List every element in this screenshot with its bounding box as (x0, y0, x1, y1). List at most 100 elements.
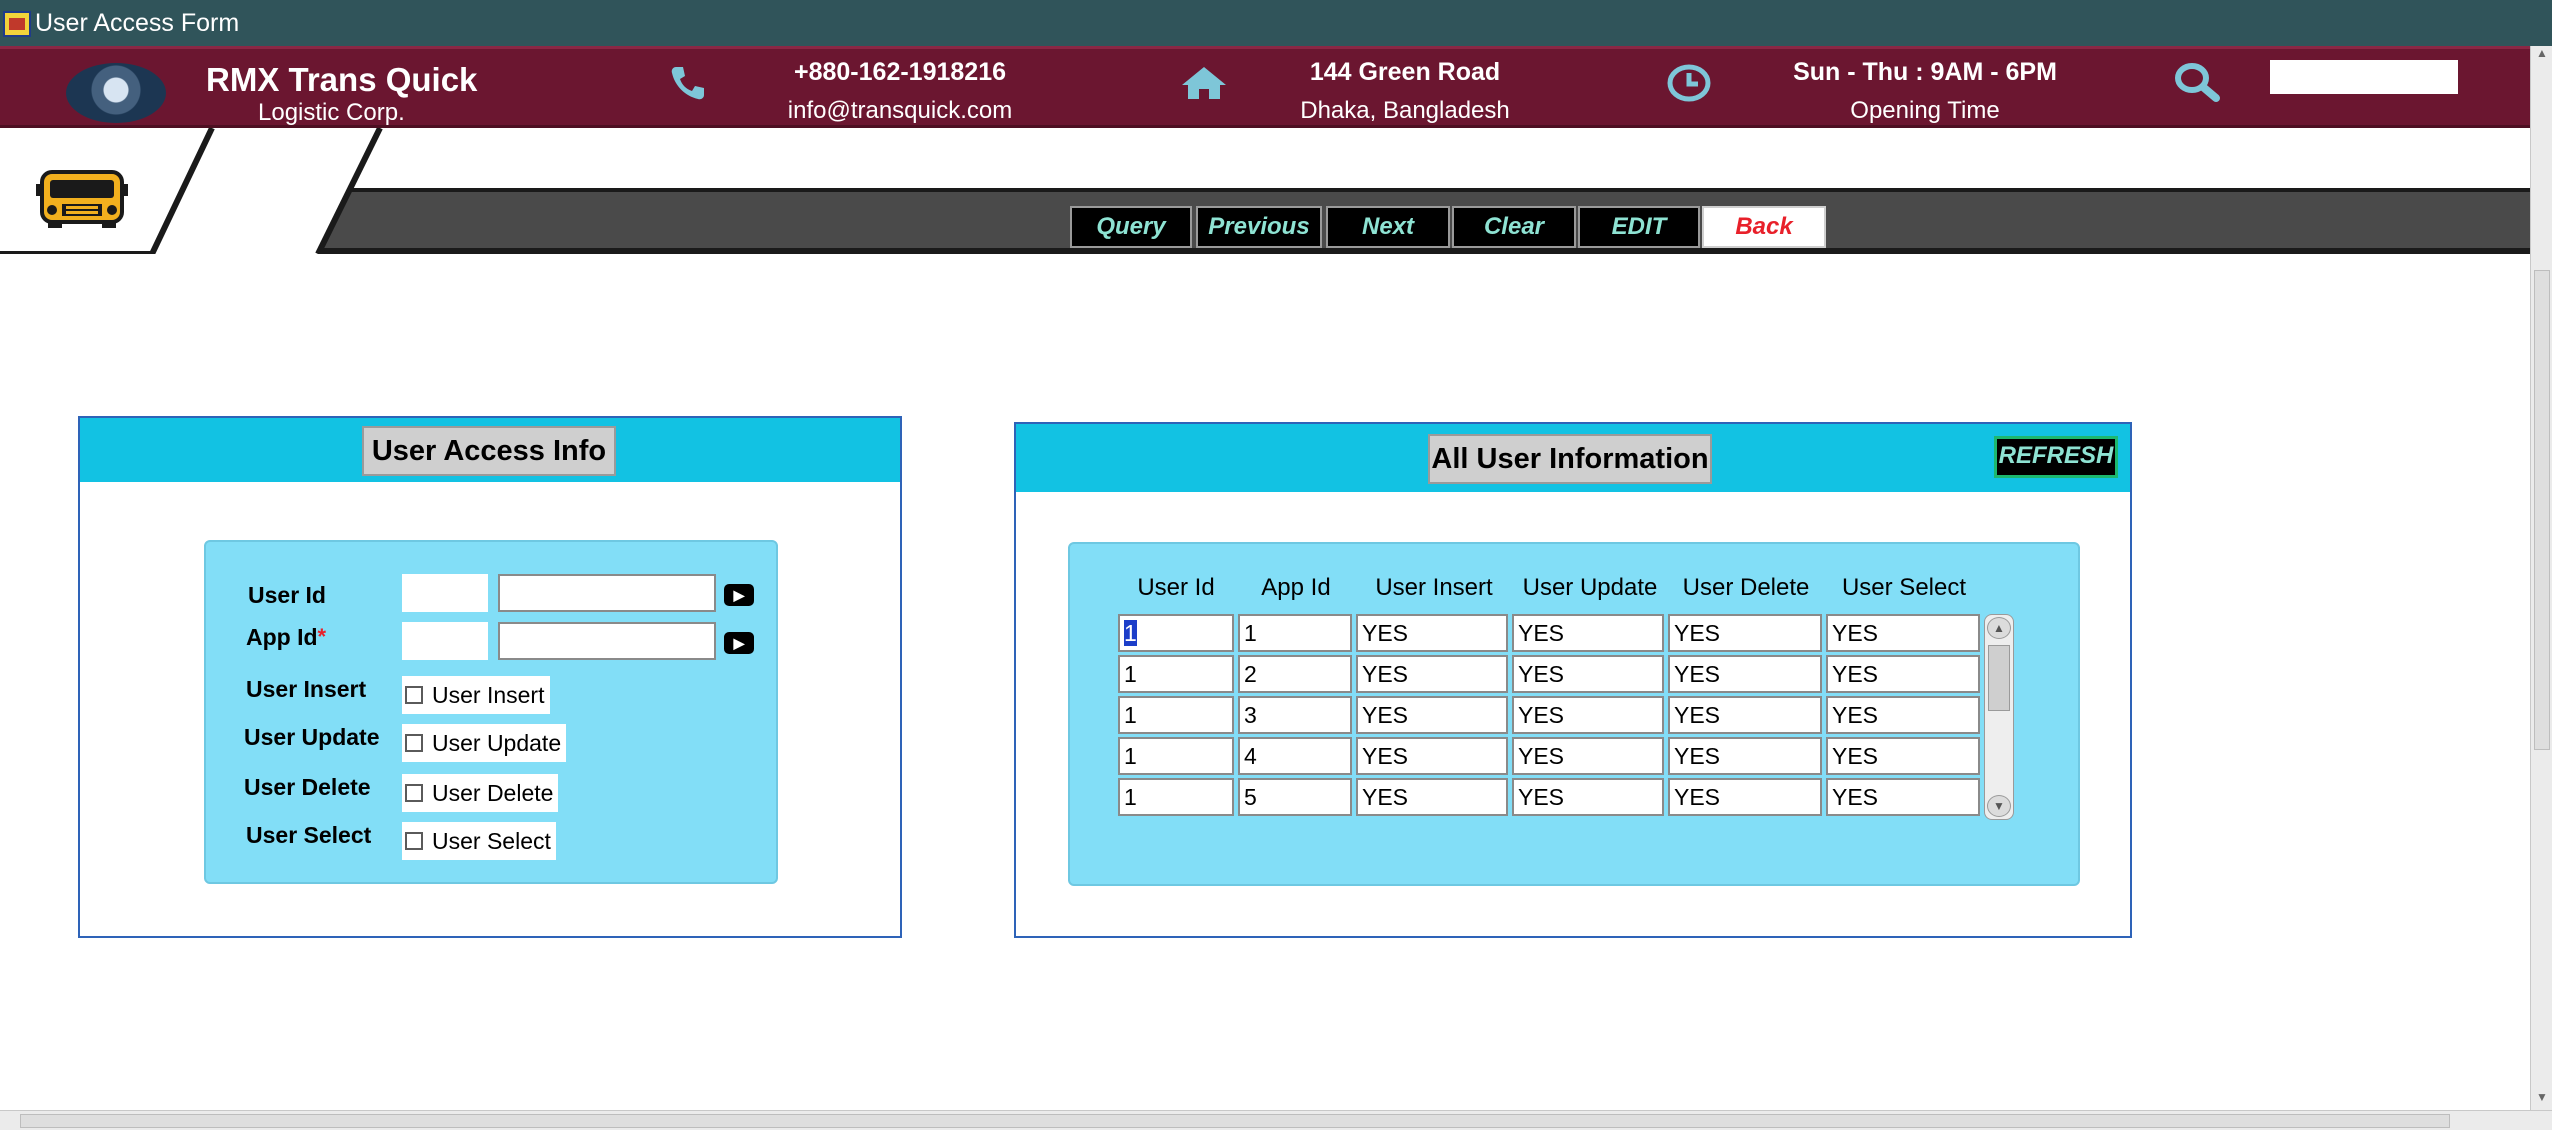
cell-value: YES (1674, 702, 1721, 728)
window-horizontal-scrollbar[interactable] (0, 1110, 2552, 1130)
next-button[interactable]: Next (1326, 206, 1450, 248)
cell-value: 3 (1244, 702, 1257, 728)
cell-user-id[interactable]: 1 (1118, 737, 1234, 775)
cell-value: YES (1832, 702, 1879, 728)
scroll-down-icon[interactable]: ▼ (2534, 1090, 2550, 1110)
app-name-display[interactable] (498, 622, 716, 660)
cell-user-select[interactable]: YES (1826, 778, 1980, 816)
company-logo (66, 63, 166, 123)
company-subtitle: Logistic Corp. (258, 99, 405, 126)
cell-value: YES (1362, 702, 1409, 728)
user-select-checkbox-box[interactable] (405, 832, 423, 850)
cell-user-delete[interactable]: YES (1668, 737, 1822, 775)
table-scroll-down-icon[interactable]: ▼ (1987, 795, 2011, 817)
app-id-lov-button[interactable]: ▶ (724, 632, 754, 654)
cell-value: YES (1362, 784, 1409, 810)
toolbar-band: Query Previous Next Clear EDIT Back (0, 128, 2530, 254)
user-name-display[interactable] (498, 574, 716, 612)
cell-user-update[interactable]: YES (1512, 614, 1664, 652)
user-update-checkbox-box[interactable] (405, 734, 423, 752)
user-update-checkbox[interactable]: User Update (402, 724, 566, 762)
user-delete-checkbox[interactable]: User Delete (402, 774, 558, 812)
cell-value: YES (1832, 743, 1879, 769)
table-scroll-thumb[interactable] (1988, 645, 2010, 711)
search-input[interactable] (2270, 60, 2458, 94)
user-update-checkbox-label: User Update (432, 730, 562, 756)
clear-button[interactable]: Clear (1452, 206, 1576, 248)
phone-icon (671, 67, 704, 100)
address-city: Dhaka, Bangladesh (1300, 97, 1510, 124)
phone-number: +880-162-1918216 (794, 58, 1006, 86)
cell-user-id[interactable]: 1 (1118, 696, 1234, 734)
query-button[interactable]: Query (1070, 206, 1192, 248)
cell-value: YES (1674, 743, 1721, 769)
user-delete-checkbox-box[interactable] (405, 784, 423, 802)
user-select-checkbox[interactable]: User Select (402, 822, 556, 860)
user-insert-checkbox-label: User Insert (432, 682, 545, 708)
cell-user-insert[interactable]: YES (1356, 778, 1508, 816)
cell-app-id[interactable]: 5 (1238, 778, 1352, 816)
cell-user-delete[interactable]: YES (1668, 614, 1822, 652)
cell-user-id[interactable]: 1 (1118, 778, 1234, 816)
cell-user-id[interactable]: 1 (1118, 614, 1234, 652)
table-scrollbar[interactable]: ▲ ▼ (1984, 614, 2014, 820)
window-vertical-scrollbar[interactable]: ▲ ▼ (2530, 46, 2552, 1110)
address-street: 144 Green Road (1309, 58, 1501, 86)
app-id-input[interactable] (402, 622, 488, 660)
cell-user-update[interactable]: YES (1512, 696, 1664, 734)
cell-user-delete[interactable]: YES (1668, 778, 1822, 816)
cell-user-insert[interactable]: YES (1356, 737, 1508, 775)
cell-app-id[interactable]: 2 (1238, 655, 1352, 693)
cell-value: YES (1674, 661, 1721, 687)
cell-user-delete[interactable]: YES (1668, 655, 1822, 693)
email-address: info@transquick.com (787, 97, 1013, 124)
col-header-user-id: User Id (1137, 574, 1215, 601)
user-delete-checkbox-label: User Delete (432, 780, 554, 806)
opening-hours: Sun - Thu : 9AM - 6PM (1793, 58, 2057, 86)
search-icon[interactable] (2172, 61, 2222, 103)
cell-user-select[interactable]: YES (1826, 737, 1980, 775)
cell-user-insert[interactable]: YES (1356, 614, 1508, 652)
user-id-lov-button[interactable]: ▶ (724, 584, 754, 606)
cell-value: 2 (1244, 661, 1257, 687)
user-insert-label: User Insert (246, 676, 367, 702)
col-header-app-id: App Id (1261, 574, 1331, 601)
cell-user-select[interactable]: YES (1826, 614, 1980, 652)
cell-user-select[interactable]: YES (1826, 696, 1980, 734)
cell-value: YES (1362, 620, 1409, 646)
app-id-label: App Id* (246, 624, 326, 651)
cell-user-delete[interactable]: YES (1668, 696, 1822, 734)
cell-value: YES (1832, 784, 1879, 810)
user-access-panel-title: User Access Info (362, 426, 616, 476)
bus-icon (36, 170, 128, 228)
scroll-up-icon[interactable]: ▲ (2534, 46, 2550, 66)
user-insert-checkbox-box[interactable] (405, 686, 423, 704)
user-access-panel: User Access Info User Id ▶ App Id* ▶ Use… (78, 416, 902, 938)
cell-user-update[interactable]: YES (1512, 778, 1664, 816)
cell-app-id[interactable]: 3 (1238, 696, 1352, 734)
cell-user-insert[interactable]: YES (1356, 655, 1508, 693)
back-button[interactable]: Back (1702, 206, 1826, 248)
cell-app-id[interactable]: 4 (1238, 737, 1352, 775)
previous-button[interactable]: Previous (1196, 206, 1322, 248)
table-scroll-up-icon[interactable]: ▲ (1987, 617, 2011, 639)
cell-user-update[interactable]: YES (1512, 655, 1664, 693)
cell-app-id[interactable]: 1 (1238, 614, 1352, 652)
cell-value: YES (1674, 784, 1721, 810)
user-insert-checkbox[interactable]: User Insert (402, 676, 550, 714)
cell-user-update[interactable]: YES (1512, 737, 1664, 775)
vertical-scroll-thumb[interactable] (2534, 270, 2550, 750)
cell-user-select[interactable]: YES (1826, 655, 1980, 693)
cell-user-id[interactable]: 1 (1118, 655, 1234, 693)
refresh-button[interactable]: REFRESH (1994, 436, 2118, 478)
col-header-user-update: User Update (1522, 574, 1658, 601)
edit-button[interactable]: EDIT (1578, 206, 1700, 248)
app-id-label-text: App Id (246, 624, 318, 650)
user-access-form: User Id ▶ App Id* ▶ User Insert User Ins… (204, 540, 778, 884)
horizontal-scroll-thumb[interactable] (20, 1114, 2450, 1128)
cell-value: YES (1518, 702, 1565, 728)
cell-user-insert[interactable]: YES (1356, 696, 1508, 734)
user-delete-label: User Delete (244, 774, 371, 800)
cell-value: 1 (1124, 620, 1137, 646)
user-id-input[interactable] (402, 574, 488, 612)
